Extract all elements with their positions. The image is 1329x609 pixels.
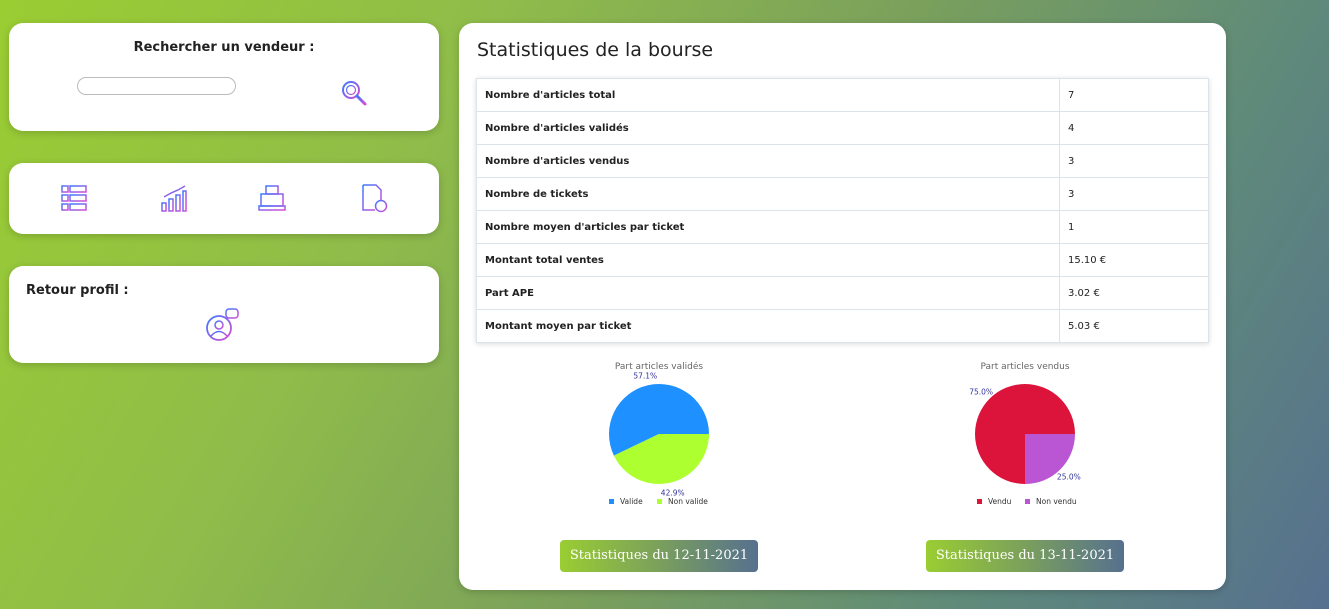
stat-label: Nombre moyen d'articles par ticket [476,210,1060,244]
stat-label: Montant moyen par ticket [476,309,1060,343]
table-row: Montant total ventes 15.10 € [476,243,1209,277]
table-row: Nombre d'articles validés 4 [476,111,1209,145]
stats-chart-icon[interactable] [158,183,188,213]
stat-label: Nombre d'articles validés [476,111,1060,145]
stat-value: 3 [1059,177,1209,211]
stat-value: 4 [1059,111,1209,145]
add-document-icon[interactable] [359,183,389,213]
legend-label: Vendu [988,497,1012,506]
search-title: Rechercher un vendeur : [133,40,315,55]
pie-svg: Part articles validés57.1%42.9%Valide Non… [609,361,709,506]
stats-table: Nombre d'articles total 7 Nombre d'article… [476,78,1209,343]
stats-title: Statistiques de la bourse [477,39,714,61]
table-row: Nombre de tickets 3 [476,177,1209,211]
table-row: Montant moyen par ticket 5.03 € [476,309,1209,343]
return-profile-label: Retour profil : [26,283,129,298]
search-icon[interactable] [340,79,368,107]
search-seller-card: Rechercher un vendeur : [9,23,439,131]
slice-label: 57.1% [633,371,657,380]
slice-label: 25.0% [1057,472,1081,481]
cash-register-icon[interactable] [257,183,287,213]
legend-label: Valide [620,497,643,506]
stat-label: Nombre de tickets [476,177,1060,211]
chart-title: Part articles validés [615,361,704,372]
stats-date-button-1[interactable]: Statistiques du 12-11-2021 [560,540,758,572]
pie-chart-sold: Part articles vendus 75.0% 25.0% Vendu Non v… [925,359,1125,509]
stat-label: Part APE [476,276,1060,310]
stats-card: Statistiques de la bourse Nombre d'artic… [459,23,1226,590]
stat-value: 3 [1059,144,1209,178]
pie-svg: Part articles vendus 75.0% 25.0% Vendu Non v… [969,362,1081,506]
table-row: Part APE 3.02 € [476,276,1209,310]
checklist-icon[interactable] [59,183,89,213]
pie-chart-validated: Part articles validés 57.1% 42.9% Valide Non… [559,359,759,509]
legend-label: Non valide [668,497,708,506]
user-profile-icon[interactable] [204,307,240,343]
table-row: Nombre moyen d'articles par ticket 1 [476,210,1209,244]
stat-label: Nombre d'articles total [476,78,1060,112]
stats-date-button-2[interactable]: Statistiques du 13-11-2021 [926,540,1124,572]
stat-label: Montant total ventes [476,243,1060,277]
stat-label: Nombre d'articles vendus [476,144,1060,178]
table-row: Nombre d'articles total 7 [476,78,1209,112]
stat-value: 7 [1059,78,1209,112]
stat-value: 1 [1059,210,1209,244]
profile-card: Retour profil : [9,266,439,363]
legend-swatch [657,499,662,504]
legend-swatch [1025,499,1030,504]
slice-label: 75.0% [969,388,993,397]
legend-swatch [609,499,614,504]
legend-swatch [977,499,982,504]
stat-value: 3.02 € [1059,276,1209,310]
stat-value: 15.10 € [1059,243,1209,277]
search-input[interactable] [77,77,236,95]
chart-title: Part articles vendus [980,362,1069,372]
tools-card [9,163,439,234]
table-row: Nombre d'articles vendus 3 [476,144,1209,178]
legend-label: Non vendu [1036,497,1077,506]
stat-value: 5.03 € [1059,309,1209,343]
